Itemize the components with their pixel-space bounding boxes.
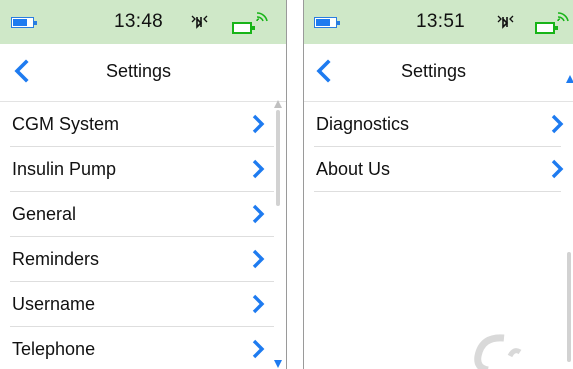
page-title: Settings	[106, 61, 172, 81]
chevron-right-icon	[252, 339, 265, 359]
menu-item-diagnostics[interactable]: Diagnostics	[304, 102, 573, 147]
chevron-right-icon	[252, 249, 265, 269]
battery-icon	[314, 17, 340, 28]
settings-screen-1: 13:48 Settings CGM System Insulin Pump G…	[0, 0, 287, 369]
battery-icon	[11, 17, 37, 28]
pump-battery-icon	[232, 22, 255, 34]
chevron-right-icon	[252, 204, 265, 224]
menu-item-username[interactable]: Username	[0, 282, 286, 327]
signal-icon	[557, 12, 569, 22]
chevron-right-icon	[551, 114, 564, 134]
signal-icon	[256, 12, 268, 22]
scroll-down-arrow-icon[interactable]	[274, 360, 282, 368]
settings-menu: CGM System Insulin Pump General Reminder…	[0, 100, 286, 369]
menu-item-label: Username	[12, 294, 96, 314]
menu-item-label: Telephone	[12, 339, 96, 359]
chevron-right-icon	[252, 114, 265, 134]
status-time: 13:48	[114, 11, 164, 32]
menu-item-reminders[interactable]: Reminders	[0, 237, 286, 282]
settings-screen-2: 13:51 Settings Diagnostics About Us	[303, 0, 573, 369]
menu-item-telephone[interactable]: Telephone	[0, 327, 286, 369]
scrollbar-thumb[interactable]	[276, 110, 280, 206]
menu-item-insulin-pump[interactable]: Insulin Pump	[0, 147, 286, 192]
menu-item-label: CGM System	[12, 114, 120, 134]
header-bar: Settings	[304, 44, 573, 101]
menu-item-label: Reminders	[12, 249, 100, 269]
back-chevron-icon[interactable]	[314, 59, 332, 83]
pump-battery-icon	[535, 22, 558, 34]
menu-item-general[interactable]: General	[0, 192, 286, 237]
menu-item-about-us[interactable]: About Us	[304, 147, 573, 192]
bluetooth-icon	[191, 15, 208, 29]
scroll-up-arrow-icon[interactable]	[566, 75, 573, 83]
status-bar: 13:51	[304, 0, 573, 44]
chevron-right-icon	[252, 294, 265, 314]
scrollbar-thumb[interactable]	[567, 252, 571, 362]
back-chevron-icon[interactable]	[12, 59, 30, 83]
header-bar: Settings	[0, 44, 286, 101]
menu-item-cgm-system[interactable]: CGM System	[0, 102, 286, 147]
bluetooth-icon	[497, 15, 514, 29]
menu-item-label: Insulin Pump	[12, 159, 117, 179]
settings-menu: Diagnostics About Us	[304, 75, 573, 369]
scroll-up-arrow-icon[interactable]	[274, 100, 282, 108]
menu-item-label: Diagnostics	[316, 114, 410, 134]
menu-item-label: General	[12, 204, 77, 224]
chevron-right-icon	[252, 159, 265, 179]
status-bar: 13:48	[0, 0, 286, 44]
chevron-right-icon	[551, 159, 564, 179]
menu-item-label: About Us	[316, 159, 391, 179]
status-time: 13:51	[416, 11, 466, 32]
watermark-mark	[474, 334, 522, 369]
page-title: Settings	[401, 61, 467, 81]
